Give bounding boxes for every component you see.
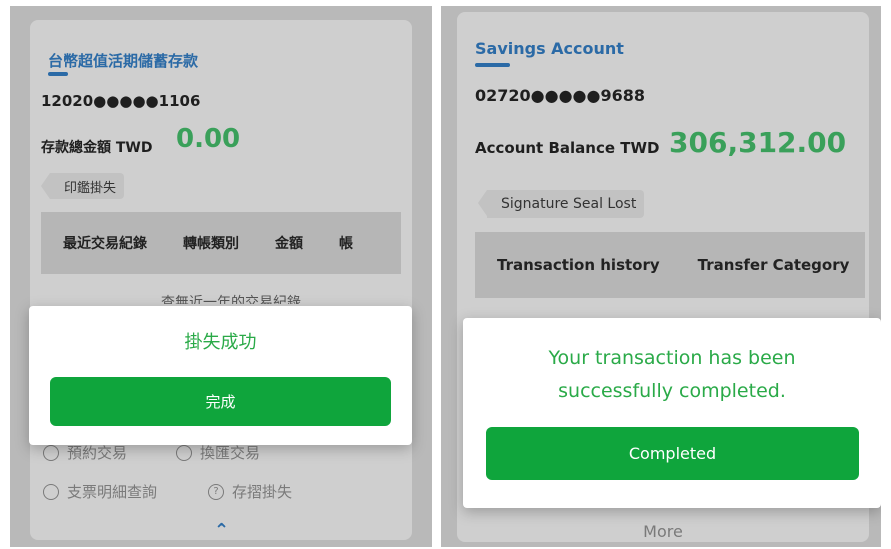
action-label: 存摺掛失	[232, 483, 293, 501]
balance-value: 306,312.00	[669, 126, 847, 159]
action-label: 支票明細查詢	[67, 483, 158, 501]
question-icon: ?	[208, 483, 224, 500]
dialog-message: 掛失成功	[184, 332, 257, 353]
tab-recent-transactions[interactable]: 最近交易紀錄	[63, 233, 147, 253]
search-icon	[43, 444, 59, 461]
exchange-icon	[176, 444, 192, 461]
tab-amount[interactable]: 金額	[275, 233, 303, 253]
status-tag: 印鑑掛失	[40, 173, 125, 199]
tab-bar: Transaction history Transfer Category	[475, 232, 865, 298]
done-button[interactable]: 完成	[50, 377, 391, 426]
dialog-message: Your transaction has been successfully c…	[548, 347, 796, 402]
tab-partial[interactable]: 帳	[339, 233, 353, 253]
empty-history-text: 查無近一年的交易紀錄	[161, 295, 301, 304]
chevron-up-icon[interactable]: ⌃	[214, 520, 229, 541]
action-label: 換匯交易	[200, 444, 261, 462]
account-number: 02720●●●●●9688	[475, 86, 645, 105]
balance-value: 0.00	[176, 124, 241, 154]
tab-transaction-history[interactable]: Transaction history	[497, 256, 660, 274]
account-card: 台幣超值活期儲蓄存款 12020●●●●●1106 存款總金額 TWD 0.00…	[30, 20, 412, 541]
success-dialog: Your transaction has been successfully c…	[463, 318, 881, 508]
title-underline	[475, 63, 510, 67]
action-currency-exchange[interactable]: 換匯交易	[176, 442, 260, 463]
balance-label: 存款總金額 TWD	[41, 140, 153, 156]
more-link[interactable]: More	[457, 522, 869, 541]
account-title[interactable]: Savings Account	[475, 39, 624, 58]
completed-button[interactable]: Completed	[486, 427, 859, 480]
action-cheque-inquiry[interactable]: 支票明細查詢	[43, 481, 157, 502]
action-scheduled-transaction[interactable]: 預約交易	[43, 442, 127, 463]
status-tag: Signature Seal Lost	[477, 190, 645, 218]
action-label: 預約交易	[67, 444, 128, 462]
search-icon	[43, 483, 59, 500]
left-screen: 台幣超值活期儲蓄存款 12020●●●●●1106 存款總金額 TWD 0.00…	[10, 6, 432, 547]
account-number: 12020●●●●●1106	[41, 92, 201, 110]
balance-label: Account Balance TWD	[475, 139, 660, 157]
tab-bar: 最近交易紀錄 轉帳類別 金額 帳	[41, 212, 401, 274]
action-passbook-lost[interactable]: ? 存摺掛失	[208, 481, 292, 502]
title-underline	[48, 72, 68, 76]
tab-transfer-category[interactable]: Transfer Category	[698, 256, 850, 274]
account-title[interactable]: 台幣超值活期儲蓄存款	[48, 50, 198, 71]
success-dialog: 掛失成功 完成	[29, 306, 412, 445]
tab-transfer-category[interactable]: 轉帳類別	[183, 233, 239, 253]
right-screen: Savings Account 02720●●●●●9688 Account B…	[441, 6, 881, 547]
